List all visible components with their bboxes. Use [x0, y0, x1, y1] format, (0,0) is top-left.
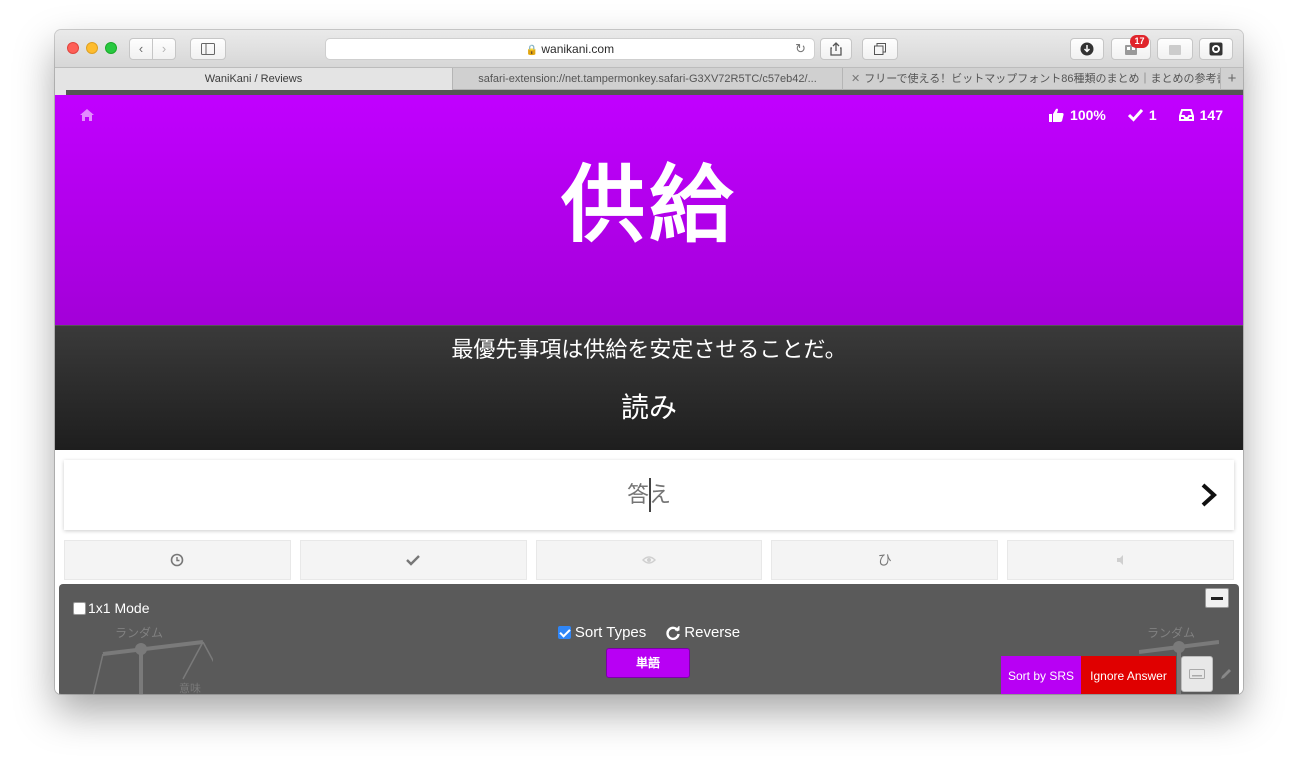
maximize-window-button[interactable]: [105, 42, 117, 54]
show-answer-button[interactable]: [535, 540, 763, 580]
extension-2-button[interactable]: [1157, 38, 1193, 60]
vocabulary-type-button[interactable]: 単語: [606, 648, 690, 678]
minimize-window-button[interactable]: [86, 42, 98, 54]
extension-3-button[interactable]: [1199, 38, 1233, 60]
review-stats: 100% 1 147: [1049, 107, 1223, 123]
share-icon: [830, 42, 842, 56]
back-button[interactable]: ‹: [129, 38, 153, 60]
refresh-icon: [666, 625, 680, 640]
forward-button[interactable]: ›: [152, 38, 176, 60]
question-type: 読み: [620, 392, 677, 423]
new-tab-button[interactable]: +: [1221, 68, 1243, 90]
remaining-value: 147: [1199, 107, 1223, 123]
tab-bitmap-fonts[interactable]: ✕ フリーで使える！ビットマップフォント86種類のまとめ｜まとめの参考書 [sit…: [843, 68, 1221, 90]
sort-types-toggle[interactable]: Sort Types: [557, 624, 647, 641]
home-icon[interactable]: [79, 108, 95, 122]
reverse-button[interactable]: Reverse: [666, 624, 740, 641]
sort-types-checkbox[interactable]: [557, 626, 571, 639]
kana-chart-button[interactable]: ひ: [771, 540, 999, 580]
ignore-answer-button[interactable]: Ignore Answer: [1081, 656, 1176, 694]
close-window-button[interactable]: [67, 42, 79, 54]
reorder-panel: 1x1 Mode ランダム 意味 Sort Types Reverse 単語 ラ…: [59, 584, 1239, 694]
remaining-stat: 147: [1178, 107, 1223, 123]
sort-controls: Sort Types Reverse: [59, 624, 1239, 641]
keyboard-icon: [1189, 669, 1205, 679]
address-text: 🔒 wanikani.com: [326, 42, 814, 56]
character-header: 100% 1 147 供給: [55, 95, 1243, 325]
audio-button[interactable]: [1007, 540, 1234, 580]
lock-icon: 🔒: [525, 45, 539, 56]
sidebar-toggle-button[interactable]: [190, 38, 226, 60]
submit-arrow-icon[interactable]: [1200, 482, 1218, 508]
collapse-panel-button[interactable]: [1205, 588, 1229, 608]
answer-form: [64, 460, 1234, 530]
reverse-label: Reverse: [684, 624, 741, 641]
balance-scale-icon: 意味: [93, 640, 213, 694]
kana-icon: ひ: [877, 552, 892, 568]
browser-window: ‹ › 🔒wanikani.com ↻ 17 WaniKani / Revie: [55, 30, 1243, 694]
keyboard-button[interactable]: [1181, 656, 1213, 692]
review-page: 100% 1 147 供給 最優先事項は供給を安定させることだ。 読み 答え ひ…: [55, 90, 1243, 694]
completed-stat: 1: [1127, 107, 1157, 123]
sidebar-icon: [201, 43, 215, 55]
context-sentence: 最優先事項は供給を安定させることだ。: [451, 337, 847, 362]
tab-bar: WaniKani / Reviews safari-extension://ne…: [55, 67, 1243, 90]
text-caret: [649, 478, 651, 512]
question-bar: 最優先事項は供給を安定させることだ。 読み: [55, 325, 1243, 450]
reload-icon[interactable]: ↻: [795, 41, 806, 57]
eye-icon: [641, 556, 656, 564]
tab-bitmap-fonts-label: フリーで使える！ビットマップフォント86種類のまとめ｜まとめの参考書 [site…: [864, 73, 1221, 85]
additional-content: ひ: [64, 540, 1234, 580]
sort-types-label: Sort Types: [574, 624, 647, 641]
address-bar[interactable]: 🔒 wanikani.com ↻: [325, 38, 815, 60]
scale-label: 意味: [179, 681, 201, 694]
one-by-one-mode-toggle[interactable]: 1x1 Mode: [73, 600, 149, 616]
title-bar: ‹ › 🔒 wanikani.com ↻ 17: [55, 30, 1243, 67]
close-tab-icon[interactable]: ✕: [851, 73, 860, 85]
download-icon: [1080, 42, 1094, 56]
tab-wanikani-reviews[interactable]: WaniKani / Reviews: [55, 68, 453, 90]
pencil-icon[interactable]: [1220, 668, 1232, 680]
downloads-button[interactable]: [1070, 38, 1104, 60]
check-icon: [406, 555, 421, 566]
sort-by-srs-button[interactable]: Sort by SRS: [1001, 656, 1081, 694]
tabs-icon: [874, 43, 886, 55]
notification-badge: 17: [1130, 35, 1149, 48]
accuracy-value: 100%: [1070, 107, 1106, 123]
extension-3-icon: [1209, 42, 1223, 56]
share-button[interactable]: [820, 38, 852, 60]
one-by-one-checkbox[interactable]: [73, 601, 86, 615]
completed-value: 1: [1148, 107, 1157, 123]
review-character: 供給: [560, 156, 737, 254]
address-url: wanikani.com: [541, 42, 615, 56]
clock-icon: [171, 553, 184, 567]
accuracy-stat: 100%: [1049, 107, 1106, 123]
tab-tampermonkey[interactable]: safari-extension://net.tampermonkey.safa…: [453, 68, 843, 90]
thumbs-up-icon: [1049, 108, 1064, 122]
one-by-one-label: 1x1 Mode: [88, 600, 150, 616]
inbox-icon: [1178, 109, 1194, 121]
item-info-button[interactable]: [299, 540, 527, 580]
tab-overview-button[interactable]: [862, 38, 898, 60]
extension-2-icon: [1169, 45, 1181, 55]
audio-icon: [1116, 555, 1123, 565]
check-icon: [1127, 108, 1143, 122]
last-items-button[interactable]: [64, 540, 291, 580]
